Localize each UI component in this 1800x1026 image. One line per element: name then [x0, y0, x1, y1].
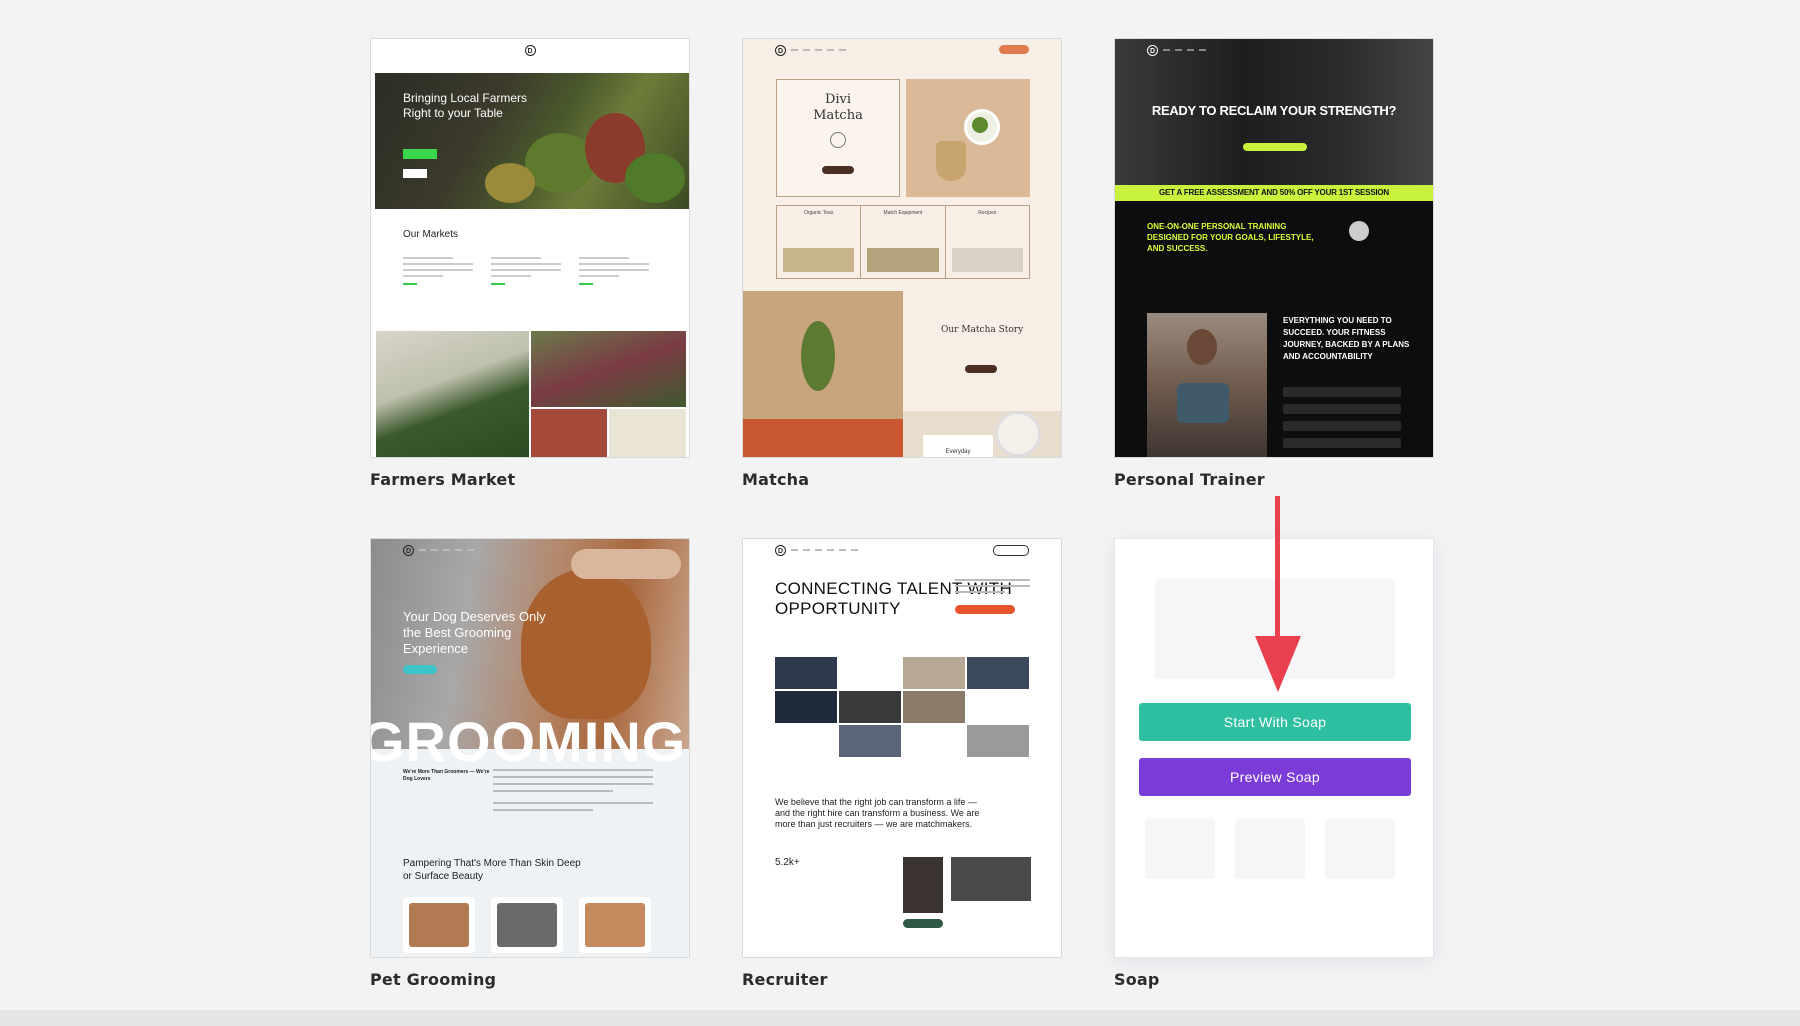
preview-photo-tile	[903, 657, 965, 689]
preview-offer-banner: GET A FREE ASSESSMENT AND 50% OFF YOUR 1…	[1115, 185, 1433, 201]
preview-cta	[1243, 143, 1307, 151]
preview-brand-box: Divi Matcha	[776, 79, 900, 197]
preview-dog-photo	[579, 897, 651, 953]
preview-photo-tile	[775, 657, 837, 689]
trainer-avatar	[1349, 221, 1369, 241]
bottom-scroll-area	[0, 1010, 1800, 1026]
preview-image-cucumbers	[376, 331, 529, 457]
preview-bottom-label: Everyday	[923, 435, 993, 457]
preview-image-produce	[531, 409, 607, 457]
preview-product-columns: Organic Teas Match Equipment Recipes	[776, 205, 1030, 279]
preview-brand-line1: Divi	[824, 92, 852, 107]
preview-market-col	[491, 257, 561, 285]
preview-soap-button[interactable]: Preview Soap	[1139, 758, 1411, 796]
template-thumbnail[interactable]: D CONNECTING TALENT WITH OPPORTUNITY We …	[742, 538, 1062, 958]
preview-photo-tile	[967, 725, 1029, 757]
preview-cta	[903, 919, 943, 928]
divi-logo-icon: D	[775, 544, 786, 556]
leaf-icon	[830, 132, 846, 148]
preview-market-col	[403, 257, 473, 285]
divi-logo-icon: D	[775, 44, 786, 56]
template-name[interactable]: Soap	[1114, 970, 1160, 989]
template-thumbnail[interactable]: D Divi Matcha Organic Teas Match Equipmen…	[742, 38, 1062, 458]
preview-section-title: Pampering That's More Than Skin Deep or …	[403, 858, 581, 882]
faded-preview-block	[1145, 819, 1215, 879]
preview-section-title: Our Markets	[403, 229, 459, 240]
preview-photo	[951, 857, 1031, 901]
layout-template-grid: D Bringing Local Farmers Right to your T…	[0, 0, 1800, 1026]
preview-accordion-item	[1283, 387, 1401, 397]
preview-hero-title: Your Dog Deserves Only the Best Grooming…	[403, 609, 546, 656]
preview-nav: D	[1115, 39, 1433, 61]
preview-accordion-item	[1283, 404, 1401, 414]
faded-preview-block	[1325, 819, 1395, 879]
preview-button	[822, 166, 854, 174]
annotation-arrow-icon	[1255, 496, 1301, 692]
preview-dog-photo	[491, 897, 563, 953]
preview-paragraph: We believe that the right job can transf…	[775, 797, 980, 829]
preview-image-eggplant	[609, 409, 686, 457]
preview-big-word: GROOMING	[370, 710, 687, 773]
start-with-soap-button[interactable]: Start With Soap	[1139, 703, 1411, 741]
template-thumbnail[interactable]: D READY TO RECLAIM YOUR STRENGTH? GET A …	[1114, 38, 1434, 458]
preview-matcha-photo	[906, 79, 1030, 197]
preview-nav: D	[371, 39, 689, 61]
preview-cta	[999, 45, 1029, 54]
preview-stat: 5.2k+	[775, 857, 800, 868]
preview-accordion-item	[1283, 438, 1401, 448]
preview-headline: READY TO RECLAIM YOUR STRENGTH?	[1151, 103, 1397, 118]
preview-col-title: Organic Teas	[803, 210, 834, 216]
preview-photo	[903, 857, 943, 913]
preview-cta	[403, 665, 437, 674]
preview-intro-lines	[955, 579, 1030, 593]
template-thumbnail[interactable]: D Your Dog Deserves Only the Best Groomi…	[370, 538, 690, 958]
preview-photo-tile	[839, 725, 901, 757]
preview-photo-tile	[839, 691, 901, 723]
preview-photo-tile	[775, 691, 837, 723]
preview-feature-text: EVERYTHING YOU NEED TO SUCCEED. YOUR FIT…	[1283, 316, 1410, 361]
preview-cta	[403, 149, 437, 159]
divi-logo-icon: D	[403, 544, 414, 556]
preview-cta	[955, 605, 1015, 614]
divi-logo-icon: D	[524, 44, 536, 56]
preview-hero-title: Bringing Local Farmers Right to your Tab…	[403, 91, 528, 120]
template-name[interactable]: Pet Grooming	[370, 970, 496, 989]
preview-brand-line2: Matcha	[813, 108, 863, 123]
preview-col-title: Recipes	[978, 210, 997, 216]
divi-logo-icon: D	[1147, 44, 1158, 56]
template-name[interactable]: Farmers Market	[370, 470, 515, 489]
preview-cta-secondary	[403, 169, 427, 178]
preview-contact-button	[993, 545, 1029, 556]
preview-market-col	[579, 257, 649, 285]
preview-nav: D	[371, 539, 689, 561]
template-name[interactable]: Personal Trainer	[1114, 470, 1265, 489]
preview-matcha-whisk-photo	[743, 291, 903, 457]
template-name[interactable]: Recruiter	[742, 970, 828, 989]
preview-photo-tile	[903, 691, 965, 723]
preview-dog-photo	[403, 897, 475, 953]
faded-preview-block	[1235, 819, 1305, 879]
preview-accordion-item	[1283, 421, 1401, 431]
preview-intro-paragraph	[493, 769, 653, 811]
preview-footer-image: Everyday	[903, 411, 1061, 457]
preview-button	[965, 365, 997, 373]
preview-image-radishes	[531, 331, 686, 407]
preview-col-title: Match Equipment	[883, 210, 923, 216]
template-name[interactable]: Matcha	[742, 470, 809, 489]
preview-photo-tile	[967, 657, 1029, 689]
preview-trainer-photo	[1147, 313, 1267, 457]
preview-intro: We're More Than Groomers — We're Dog Lov…	[403, 769, 490, 782]
template-thumbnail[interactable]: D Bringing Local Farmers Right to your T…	[370, 38, 690, 458]
preview-subhead: ONE-ON-ONE PERSONAL TRAINING DESIGNED FO…	[1147, 222, 1314, 253]
preview-story-title: Our Matcha Story	[941, 325, 1024, 335]
